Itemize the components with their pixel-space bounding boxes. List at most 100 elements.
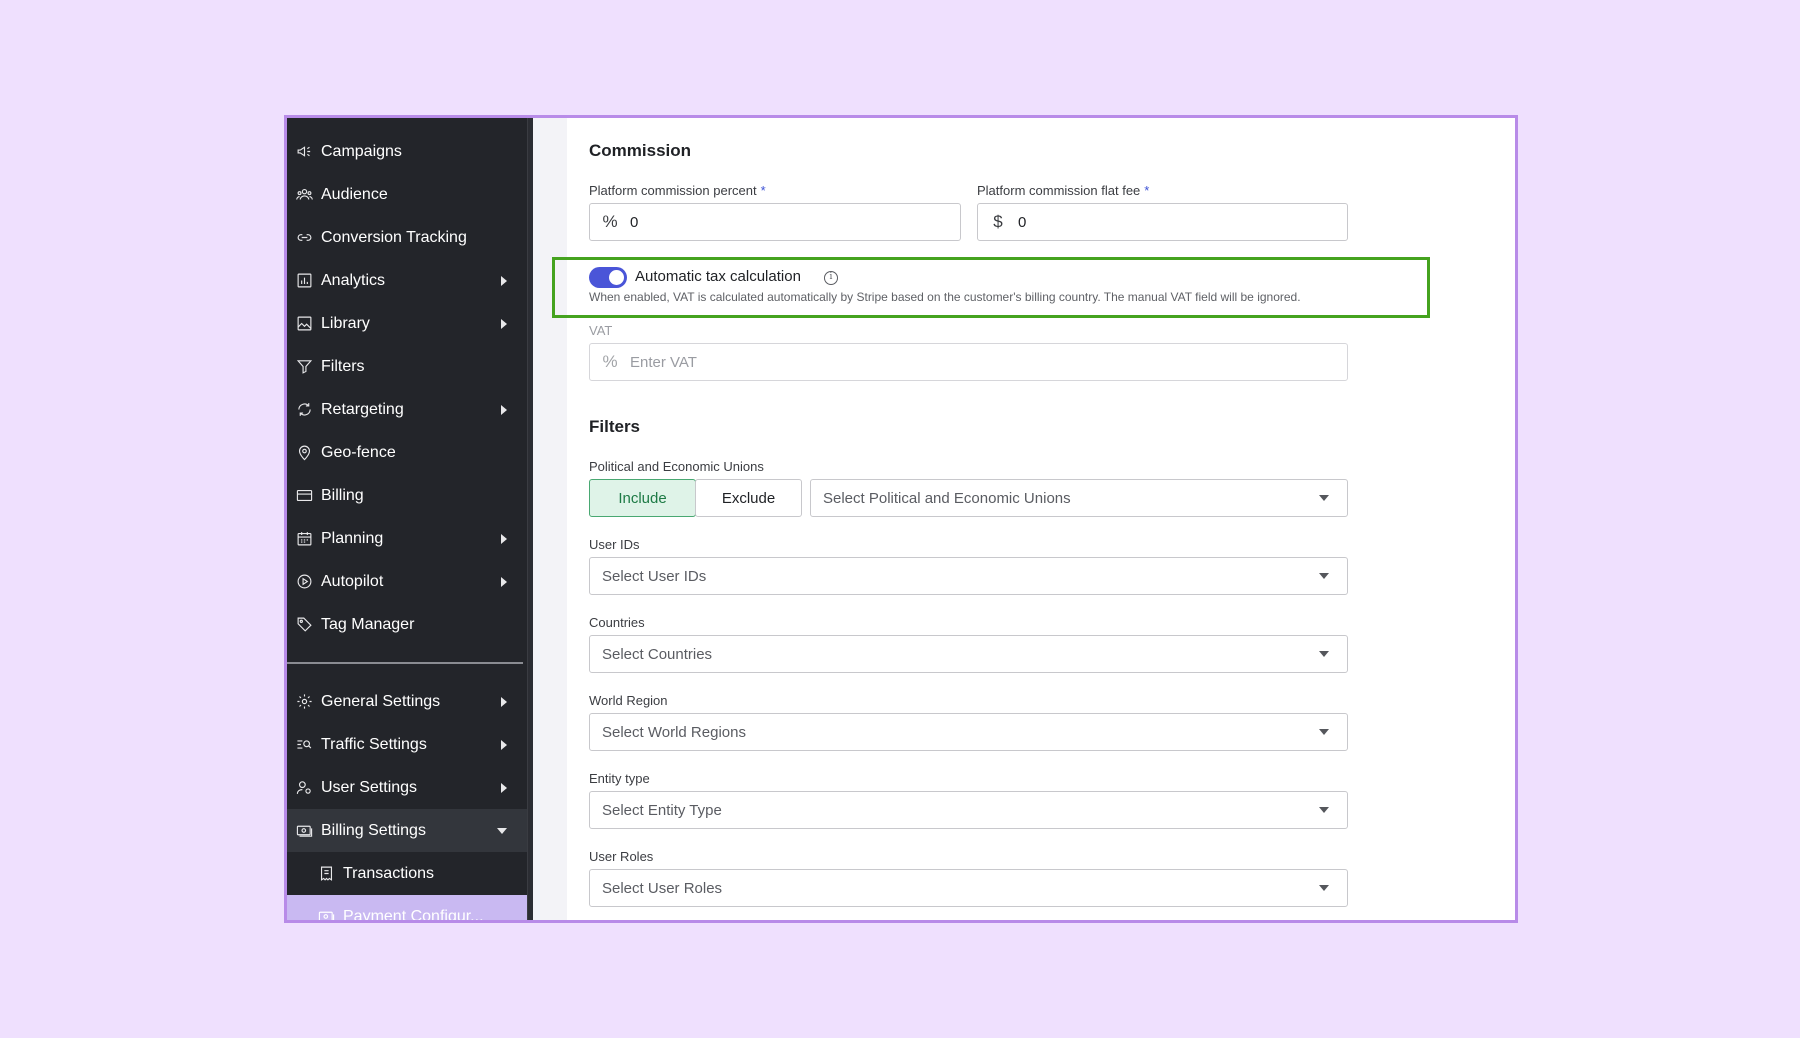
toggle-knob — [609, 270, 624, 285]
calendar-icon — [295, 530, 313, 548]
unions-select[interactable]: Select Political and Economic Unions — [810, 479, 1348, 517]
countries-select[interactable]: Select Countries — [589, 635, 1348, 673]
percent-icon: % — [602, 212, 618, 231]
label-text: Platform commission flat fee — [977, 183, 1141, 198]
input-placeholder: Enter VAT — [630, 353, 697, 371]
select-placeholder: Select World Regions — [602, 723, 746, 741]
app-window: Campaigns Audience Conversion Tracking A… — [284, 115, 1518, 923]
sidebar-item-billing-settings[interactable]: Billing Settings — [287, 809, 527, 852]
commission-flat-fee-input[interactable]: $ 0 — [977, 203, 1348, 241]
bar-chart-icon — [295, 272, 313, 290]
world-region-select[interactable]: Select World Regions — [589, 713, 1348, 751]
sidebar-item-user-settings[interactable]: User Settings — [287, 766, 527, 809]
chevron-right-icon — [501, 576, 507, 587]
input-value: 0 — [630, 213, 639, 231]
exclude-button[interactable]: Exclude — [695, 479, 802, 517]
megaphone-icon — [295, 143, 313, 161]
sidebar-item-label: Billing Settings — [321, 821, 426, 839]
select-placeholder: Select Political and Economic Unions — [823, 489, 1071, 507]
commission-percent-label: Platform commission percent * — [589, 183, 766, 198]
user-roles-select[interactable]: Select User Roles — [589, 869, 1348, 907]
sidebar-item-payment-configuration[interactable]: Payment Configur... — [287, 895, 527, 923]
refresh-icon — [295, 401, 313, 419]
user-roles-label: User Roles — [589, 849, 654, 864]
vat-input[interactable]: % Enter VAT — [589, 343, 1348, 381]
sidebar-item-conversion-tracking[interactable]: Conversion Tracking — [287, 216, 527, 259]
entity-type-select[interactable]: Select Entity Type — [589, 791, 1348, 829]
sidebar-item-filters[interactable]: Filters — [287, 345, 527, 388]
label-text: Platform commission percent — [589, 183, 757, 198]
chevron-right-icon — [501, 275, 507, 286]
include-button[interactable]: Include — [589, 479, 696, 517]
sidebar-item-campaigns[interactable]: Campaigns — [287, 130, 527, 173]
info-icon[interactable]: i — [824, 271, 838, 285]
sidebar-item-autopilot[interactable]: Autopilot — [287, 560, 527, 603]
sidebar-item-label: Retargeting — [321, 400, 404, 418]
gear-icon — [295, 693, 313, 711]
select-placeholder: Select Entity Type — [602, 801, 722, 819]
sidebar-item-general-settings[interactable]: General Settings — [287, 680, 527, 723]
chevron-right-icon — [501, 739, 507, 750]
chevron-down-icon — [1319, 885, 1329, 891]
world-region-label: World Region — [589, 693, 668, 708]
users-icon — [295, 186, 313, 204]
sidebar-nav: Campaigns Audience Conversion Tracking A… — [287, 118, 527, 646]
sidebar-item-traffic-settings[interactable]: Traffic Settings — [287, 723, 527, 766]
select-placeholder: Select Countries — [602, 645, 713, 663]
unions-label: Political and Economic Unions — [589, 459, 764, 474]
chevron-right-icon — [501, 533, 507, 544]
sidebar-item-audience[interactable]: Audience — [287, 173, 527, 216]
sidebar-item-retargeting[interactable]: Retargeting — [287, 388, 527, 431]
sidebar-item-analytics[interactable]: Analytics — [287, 259, 527, 302]
sidebar-item-label: Geo-fence — [321, 443, 396, 461]
chevron-down-icon — [1319, 495, 1329, 501]
credit-card-icon — [295, 487, 313, 505]
required-mark: * — [760, 183, 766, 198]
commission-percent-input[interactable]: % 0 — [589, 203, 961, 241]
content-gutter — [533, 118, 567, 920]
main-content: Commission Platform commission percent * … — [589, 118, 1489, 920]
select-placeholder: Select User IDs — [602, 567, 707, 585]
sidebar-item-label: Autopilot — [321, 572, 384, 590]
user-settings-icon — [295, 779, 313, 797]
input-value: 0 — [1018, 213, 1027, 231]
commission-title: Commission — [589, 141, 692, 160]
chevron-right-icon — [501, 404, 507, 415]
commission-flat-fee-label: Platform commission flat fee * — [977, 183, 1149, 198]
play-circle-icon — [295, 573, 313, 591]
countries-label: Countries — [589, 615, 645, 630]
sidebar-item-label: Audience — [321, 185, 388, 203]
sidebar-item-label: Campaigns — [321, 142, 402, 160]
sidebar-item-label: Traffic Settings — [321, 735, 427, 753]
image-icon — [295, 315, 313, 333]
select-placeholder: Select User Roles — [602, 879, 723, 897]
chevron-right-icon — [501, 318, 507, 329]
automatic-tax-toggle[interactable] — [589, 267, 627, 288]
filter-icon — [295, 358, 313, 376]
dollar-icon: $ — [993, 212, 1003, 231]
sidebar-item-library[interactable]: Library — [287, 302, 527, 345]
sidebar-item-label: Conversion Tracking — [321, 228, 467, 246]
sidebar-item-transactions[interactable]: Transactions — [287, 852, 527, 895]
money-icon — [295, 822, 313, 840]
sidebar-item-label: Tag Manager — [321, 615, 415, 633]
sidebar-item-label: Library — [321, 314, 370, 332]
sidebar-item-tag-manager[interactable]: Tag Manager — [287, 603, 527, 646]
sidebar-divider — [287, 662, 523, 664]
chevron-down-icon — [1319, 807, 1329, 813]
automatic-tax-label: Automatic tax calculation — [635, 268, 801, 285]
sidebar-item-planning[interactable]: Planning — [287, 517, 527, 560]
user-ids-select[interactable]: Select User IDs — [589, 557, 1348, 595]
sidebar-item-label: Filters — [321, 357, 365, 375]
sidebar-item-billing[interactable]: Billing — [287, 474, 527, 517]
sidebar-item-label: Payment Configur... — [343, 907, 484, 923]
receipt-icon — [317, 865, 335, 883]
money-icon — [317, 908, 335, 920]
vat-label: VAT — [589, 323, 613, 338]
automatic-tax-help: When enabled, VAT is calculated automati… — [589, 290, 1301, 304]
user-ids-label: User IDs — [589, 537, 640, 552]
filters-title: Filters — [589, 417, 641, 436]
sidebar-item-geo-fence[interactable]: Geo-fence — [287, 431, 527, 474]
sidebar-item-label: Transactions — [343, 864, 434, 882]
sidebar-settings-nav: General Settings Traffic Settings User S… — [287, 680, 527, 923]
